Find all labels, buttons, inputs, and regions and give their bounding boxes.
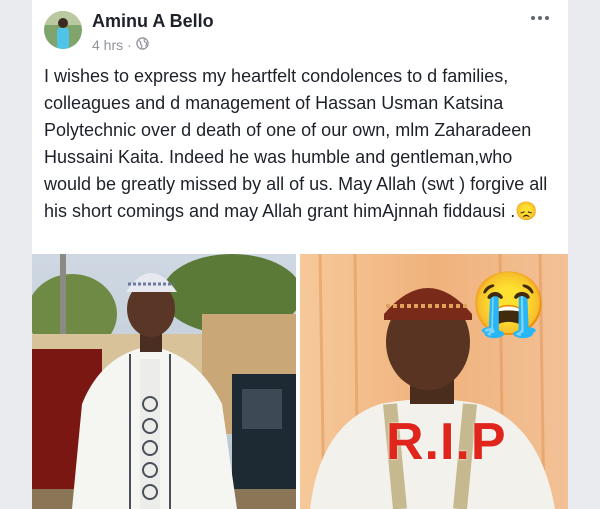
rip-overlay-text: R.I.P	[386, 413, 507, 471]
author-name[interactable]: Aminu A Bello	[92, 11, 214, 32]
meta-separator: ·	[127, 37, 132, 53]
post-time[interactable]: 4 hrs	[92, 37, 123, 53]
crying-emoji: 😭	[470, 270, 548, 339]
author-avatar[interactable]	[44, 11, 82, 49]
post-meta: 4 hrs ·	[92, 37, 149, 53]
globe-icon	[136, 37, 149, 53]
post-text: I wishes to express my heartfelt condole…	[44, 63, 564, 225]
post-body: I wishes to express my heartfelt condole…	[44, 66, 548, 221]
post-card: Aminu A Bello 4 hrs · I wishes to expres…	[32, 0, 568, 509]
more-options-icon[interactable]	[526, 8, 554, 28]
disappointed-emoji: 😞	[515, 201, 538, 221]
photo-right[interactable]: 😭 R.I.P	[300, 254, 568, 509]
photo-left[interactable]	[32, 254, 296, 509]
